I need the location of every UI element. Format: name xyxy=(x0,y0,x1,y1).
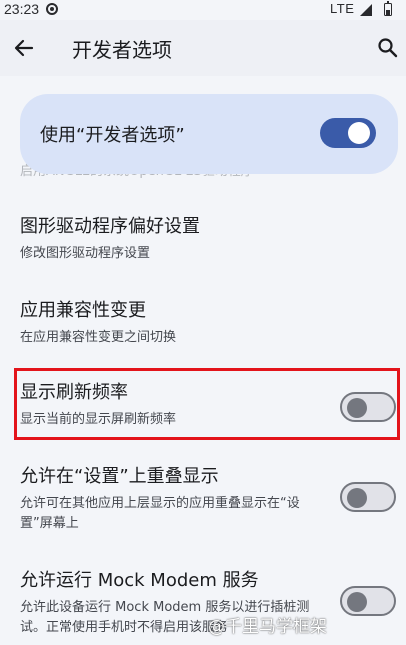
watermark-text: @千里马学框架 xyxy=(208,617,327,637)
pref-summary: 允许可在其他应用上层显示的应用重叠显示在“设置”屏幕上 xyxy=(20,496,300,531)
sync-icon xyxy=(46,3,58,15)
pref-allow-overlay-on-settings[interactable]: 允许在“设置”上重叠显示 允许可在其他应用上层显示的应用重叠显示在“设置”屏幕上 xyxy=(20,464,320,534)
pref-title: 应用兼容性变更 xyxy=(20,300,146,321)
developer-options-toggle[interactable] xyxy=(320,118,376,148)
pref-app-compat-changes[interactable]: 应用兼容性变更 在应用兼容性变更之间切换 xyxy=(20,298,400,348)
toggle-knob xyxy=(347,488,367,508)
search-button[interactable] xyxy=(374,34,402,62)
page-title: 开发者选项 xyxy=(72,38,172,62)
highlight-annotation-box xyxy=(14,368,400,440)
pref-title: 允许在“设置”上重叠显示 xyxy=(20,466,219,487)
search-icon xyxy=(378,38,398,58)
pref-title: 允许运行 Mock Modem 服务 xyxy=(20,570,259,591)
settings-list[interactable]: 启用ANGLE的系统OpenGL ES驱动程序 使用“开发者选项” 图形驱动程序… xyxy=(0,76,406,645)
battery-icon xyxy=(384,1,392,16)
master-switch-label: 使用“开发者选项” xyxy=(40,125,185,146)
status-bar: 23:23 LTE xyxy=(0,0,406,20)
arrow-back-icon xyxy=(14,39,34,57)
toggle-knob xyxy=(347,592,367,612)
pref-title: 图形驱动程序偏好设置 xyxy=(20,216,200,237)
pref-graphics-driver[interactable]: 图形驱动程序偏好设置 修改图形驱动程序设置 xyxy=(20,214,400,264)
network-type: LTE xyxy=(330,1,355,16)
toggle-knob xyxy=(348,122,370,144)
back-button[interactable] xyxy=(8,32,40,64)
status-time: 23:23 xyxy=(4,1,40,17)
developer-options-master-switch-card[interactable]: 使用“开发者选项” xyxy=(20,94,398,174)
allow-mock-modem-toggle[interactable] xyxy=(340,586,396,616)
pref-summary: 在应用兼容性变更之间切换 xyxy=(20,330,177,345)
allow-overlay-toggle[interactable] xyxy=(340,482,396,512)
signal-icon xyxy=(360,4,372,16)
app-bar: 开发者选项 xyxy=(0,20,406,76)
pref-summary: 修改图形驱动程序设置 xyxy=(20,246,151,261)
